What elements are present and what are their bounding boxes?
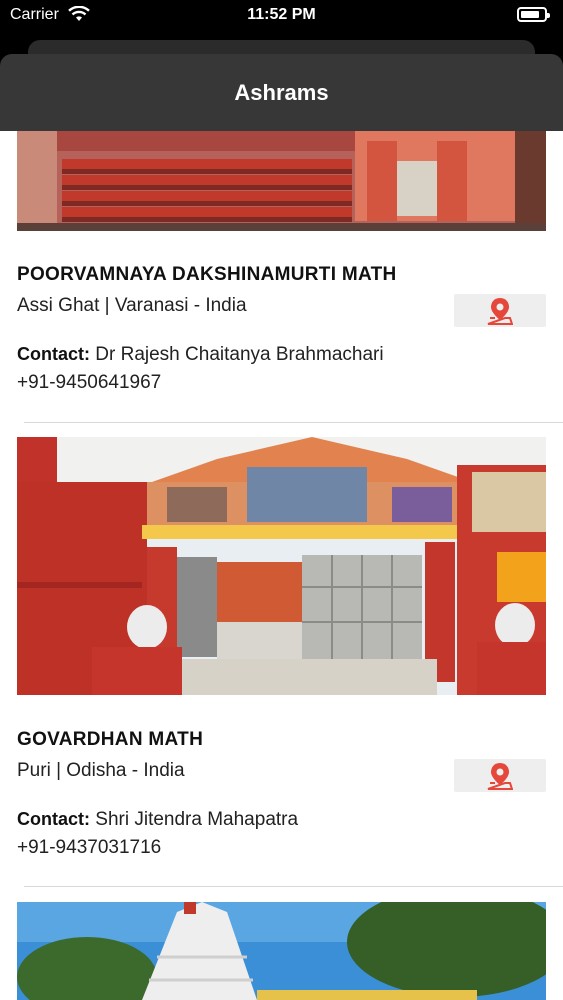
ashram-photo xyxy=(17,902,546,1000)
ashram-photo xyxy=(17,437,546,695)
contact-phone[interactable]: +91-9450641967 xyxy=(17,372,161,394)
ashram-list[interactable]: POORVAMNAYA DAKSHINAMURTI MATH Assi Ghat… xyxy=(0,131,563,1000)
clock: 11:52 PM xyxy=(247,6,316,23)
list-item[interactable]: GOVARDHAN MATH Puri | Odisha - India Con… xyxy=(0,437,563,887)
map-pin-icon xyxy=(487,298,513,325)
map-location-button[interactable] xyxy=(454,759,546,792)
contact-name: Dr Rajesh Chaitanya Brahmachari xyxy=(95,344,384,365)
contact-label: Contact: xyxy=(17,344,90,364)
divider xyxy=(24,422,563,423)
ashram-photo xyxy=(17,131,546,231)
divider xyxy=(24,886,563,887)
contact-label: Contact: xyxy=(17,809,90,829)
ashram-location: Puri | Odisha - India xyxy=(17,760,185,781)
battery-icon xyxy=(517,7,550,22)
contact-phone[interactable]: +91-9437031716 xyxy=(17,837,161,859)
contact-name: Shri Jitendra Mahapatra xyxy=(95,809,299,830)
ashram-location: Assi Ghat | Varanasi - India xyxy=(17,295,247,316)
ashram-name: POORVAMNAYA DAKSHINAMURTI MATH xyxy=(17,264,397,285)
list-item[interactable]: POORVAMNAYA DAKSHINAMURTI MATH Assi Ghat… xyxy=(0,131,563,423)
map-location-button[interactable] xyxy=(454,294,546,327)
map-pin-icon xyxy=(487,763,513,790)
contact-line: Contact: Dr Rajesh Chaitanya Brahmachari xyxy=(17,344,384,366)
list-item[interactable] xyxy=(0,902,563,1000)
page-title: Ashrams xyxy=(234,80,329,105)
ashram-name: GOVARDHAN MATH xyxy=(17,729,204,750)
status-bar: Carrier 11:52 PM xyxy=(0,0,563,30)
contact-line: Contact: Shri Jitendra Mahapatra xyxy=(17,809,298,831)
navigation-bar: Ashrams xyxy=(0,54,563,131)
